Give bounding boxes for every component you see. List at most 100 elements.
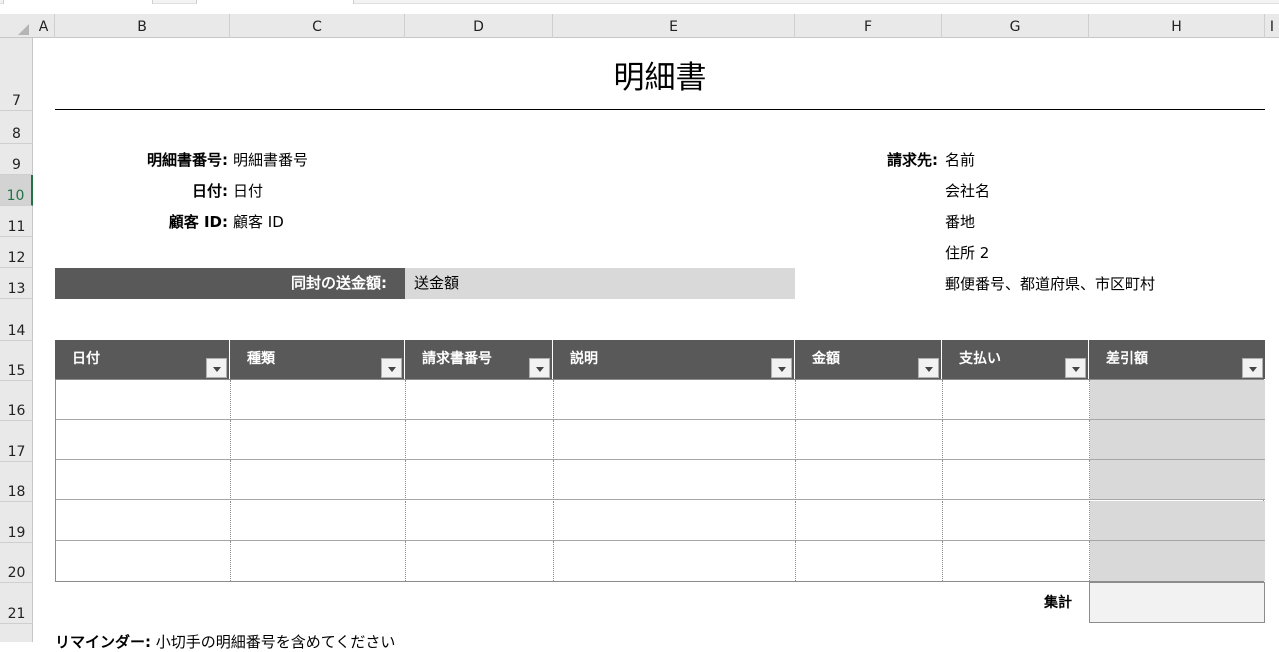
table-cell[interactable] xyxy=(56,460,231,500)
bill-to-street[interactable]: 番地 xyxy=(945,211,975,232)
row-header[interactable]: 21 xyxy=(0,583,33,624)
column-header-b[interactable]: B xyxy=(55,14,230,38)
column-header-d[interactable]: D xyxy=(405,14,553,38)
row-header[interactable]: 8 xyxy=(0,111,33,144)
table-header-label: 差引額 xyxy=(1106,351,1148,367)
column-header-a[interactable]: A xyxy=(33,14,55,38)
table-cell[interactable] xyxy=(1090,541,1265,581)
row-header[interactable]: 18 xyxy=(0,462,33,502)
table-cell[interactable] xyxy=(406,420,554,460)
select-all-corner[interactable] xyxy=(0,14,33,38)
table-header-description[interactable]: 説明 xyxy=(553,340,795,379)
table-cell[interactable] xyxy=(406,460,554,500)
row-header[interactable]: 16 xyxy=(0,381,33,421)
table-cell[interactable] xyxy=(231,501,406,541)
table-cell[interactable] xyxy=(56,380,231,420)
column-header-bar: A B C D E F G H I xyxy=(0,14,1279,38)
column-header-c[interactable]: C xyxy=(230,14,405,38)
table-cell[interactable] xyxy=(554,501,796,541)
table-cell[interactable] xyxy=(406,541,554,581)
table-header-type[interactable]: 種類 xyxy=(230,340,405,379)
reminder-label: リマインダー: xyxy=(55,633,151,651)
column-header-i[interactable]: I xyxy=(1265,14,1279,38)
filter-dropdown-icon[interactable] xyxy=(1242,358,1263,378)
table-cell[interactable] xyxy=(796,420,943,460)
row-header[interactable]: 19 xyxy=(0,502,33,543)
table-cell[interactable] xyxy=(796,541,943,581)
table-cell[interactable] xyxy=(231,541,406,581)
table-header-label: 金額 xyxy=(812,351,840,367)
table-header-invoice-number[interactable]: 請求書番号 xyxy=(405,340,553,379)
table-header-balance[interactable]: 差引額 xyxy=(1089,340,1265,379)
table-cell[interactable] xyxy=(56,420,231,460)
filter-dropdown-icon[interactable] xyxy=(206,358,227,378)
table-cell[interactable] xyxy=(554,460,796,500)
total-label: 集計 xyxy=(1044,595,1072,611)
table-cell[interactable] xyxy=(406,380,554,420)
row-header[interactable]: 7 xyxy=(0,38,33,111)
table-cell[interactable] xyxy=(943,460,1090,500)
row-header[interactable]: 14 xyxy=(0,299,33,341)
sheet-tab[interactable] xyxy=(196,0,354,4)
table-cell[interactable] xyxy=(554,420,796,460)
table-cell[interactable] xyxy=(796,380,943,420)
date-value[interactable]: 日付 xyxy=(233,180,263,201)
table-cell[interactable] xyxy=(554,380,796,420)
table-cell[interactable] xyxy=(56,501,231,541)
sheet-tab[interactable] xyxy=(3,0,153,4)
customer-id-label: 顧客 ID: xyxy=(168,213,228,231)
date-label: 日付: xyxy=(192,182,228,200)
table-cell[interactable] xyxy=(943,420,1090,460)
table-header-payment[interactable]: 支払い xyxy=(942,340,1089,379)
filter-dropdown-icon[interactable] xyxy=(381,358,402,378)
table-cell[interactable] xyxy=(56,541,231,581)
table-cell[interactable] xyxy=(943,501,1090,541)
statement-table-body xyxy=(55,379,1265,582)
row-header[interactable]: 15 xyxy=(0,341,33,381)
table-cell[interactable] xyxy=(554,541,796,581)
row-header[interactable]: 12 xyxy=(0,237,33,268)
table-header-label: 種類 xyxy=(247,351,275,367)
filter-dropdown-icon[interactable] xyxy=(1065,358,1086,378)
filter-dropdown-icon[interactable] xyxy=(529,358,550,378)
row-header[interactable]: 13 xyxy=(0,268,33,299)
table-cell[interactable] xyxy=(943,380,1090,420)
filter-dropdown-icon[interactable] xyxy=(771,358,792,378)
row-header-selected[interactable]: 10 xyxy=(0,175,33,206)
bill-to-city-line[interactable]: 郵便番号、都道府県、市区町村 xyxy=(945,273,1155,294)
row-header[interactable]: 17 xyxy=(0,421,33,462)
statement-number-label: 明細書番号: xyxy=(147,151,228,169)
table-cell[interactable] xyxy=(1090,380,1265,420)
bill-to-name[interactable]: 名前 xyxy=(945,149,975,170)
table-header-amount[interactable]: 金額 xyxy=(795,340,942,379)
table-cell[interactable] xyxy=(231,420,406,460)
table-cell[interactable] xyxy=(796,460,943,500)
column-header-e[interactable]: E xyxy=(553,14,795,38)
customer-id-value[interactable]: 顧客 ID xyxy=(233,211,284,232)
row-header[interactable]: 11 xyxy=(0,206,33,237)
table-cell[interactable] xyxy=(231,460,406,500)
page-title: 明細書 xyxy=(613,60,707,96)
row-header-bar: 7 8 9 10 11 12 13 14 15 16 17 18 19 20 2… xyxy=(0,38,33,642)
table-header-date[interactable]: 日付 xyxy=(55,340,230,379)
table-cell[interactable] xyxy=(231,380,406,420)
enclosed-amount-value[interactable]: 送金額 xyxy=(405,268,795,299)
statement-number-value[interactable]: 明細書番号 xyxy=(233,149,308,170)
table-cell[interactable] xyxy=(1090,460,1265,500)
total-value-cell[interactable] xyxy=(1089,582,1265,623)
table-cell[interactable] xyxy=(796,501,943,541)
table-cell[interactable] xyxy=(943,541,1090,581)
table-cell[interactable] xyxy=(406,501,554,541)
column-header-f[interactable]: F xyxy=(795,14,942,38)
table-header-label: 説明 xyxy=(570,351,598,367)
bill-to-label: 請求先: xyxy=(887,151,938,169)
row-header[interactable]: 9 xyxy=(0,144,33,175)
column-header-h[interactable]: H xyxy=(1089,14,1265,38)
table-cell[interactable] xyxy=(1090,420,1265,460)
table-cell[interactable] xyxy=(1090,501,1265,541)
bill-to-company[interactable]: 会社名 xyxy=(945,180,990,201)
column-header-g[interactable]: G xyxy=(942,14,1089,38)
bill-to-address2[interactable]: 住所 2 xyxy=(945,242,989,263)
filter-dropdown-icon[interactable] xyxy=(918,358,939,378)
row-header[interactable]: 20 xyxy=(0,543,33,583)
